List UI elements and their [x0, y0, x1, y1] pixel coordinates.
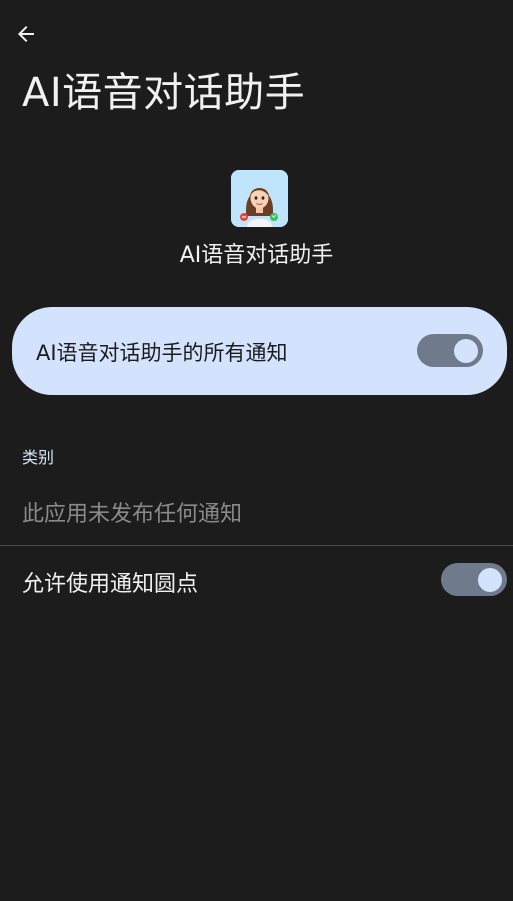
all-notifications-toggle-row[interactable]: AI语音对话助手的所有通知 [12, 307, 507, 395]
notification-dot-toggle-row[interactable]: 允许使用通知圆点 [0, 546, 513, 614]
categories-header: 类别 [22, 448, 55, 467]
app-notification-settings-screen: AI语音对话助手 AI语音对话助手 AI语音对话助手的所有通知 类别 此应用未发… [0, 0, 513, 901]
app-avatar-icon [231, 170, 288, 227]
notification-dot-switch[interactable] [441, 563, 507, 596]
notification-dot-label: 允许使用通知圆点 [22, 572, 199, 597]
switch-thumb [454, 338, 478, 363]
back-button[interactable] [10, 18, 42, 50]
no-notifications-message: 此应用未发布任何通知 [22, 502, 243, 527]
all-notifications-label: AI语音对话助手的所有通知 [36, 341, 288, 365]
app-name: AI语音对话助手 [179, 243, 334, 268]
page-title: AI语音对话助手 [22, 70, 306, 116]
arrow-back-icon [18, 26, 34, 42]
switch-thumb [478, 567, 502, 592]
all-notifications-switch[interactable] [417, 334, 483, 367]
